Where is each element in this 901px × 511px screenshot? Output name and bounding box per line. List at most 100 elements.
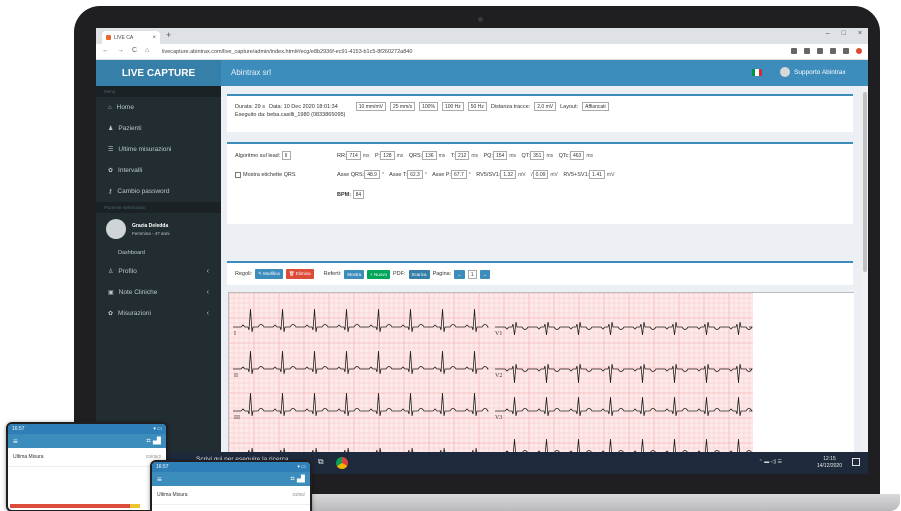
sidebar-item-pazienti[interactable]: ♟ Pazienti [96, 118, 221, 139]
rv5-input[interactable]: 1.32 [500, 170, 517, 179]
reload-icon[interactable]: C [132, 47, 137, 54]
ecg-info-box: Durata: 29 s Data: 10 Dec 2020 18:01:34 … [227, 94, 853, 132]
qtc-input[interactable]: 463 [569, 151, 585, 160]
sidebar-item-misurazioni[interactable]: ✿ Misurazioni ‹ [96, 303, 221, 324]
chrome-icon[interactable] [335, 457, 348, 469]
minimize-button[interactable]: – [826, 30, 830, 37]
modifica-button[interactable]: ✎ Modifica [255, 269, 283, 279]
page-select[interactable]: 1 [467, 269, 477, 279]
profile-icon[interactable] [856, 48, 862, 54]
qrs-input[interactable]: 136 [422, 151, 437, 160]
laptop-camera [478, 17, 483, 22]
ecg-grid-background [229, 293, 753, 474]
taskbar-clock[interactable]: 12:15 14/12/2020 [817, 456, 842, 470]
browser-tab[interactable]: LIVE CA × [102, 31, 160, 44]
sidebar-item-cambio-password[interactable]: ⚷ Cambio password [96, 181, 221, 202]
asse-qrs-input[interactable]: 48.9 [364, 170, 380, 179]
sidebar-item-label: Misurazioni [118, 310, 151, 317]
sv1-input[interactable]: 0.09 [532, 170, 549, 179]
zoom-select[interactable]: 100% [419, 102, 438, 111]
qtc-label: QTc: [558, 152, 570, 159]
support-menu[interactable]: Supporto Abintrax [780, 67, 846, 77]
intervals-row: RR: 714 ms P: 128 ms QRS: 136 ms T: 212 ms PQ: 15… [337, 151, 597, 160]
ecg-lead-label: III [234, 415, 240, 421]
forward-icon[interactable]: → [117, 47, 124, 54]
date-text: Data: 10 Dec 2020 18:01:34 [268, 103, 338, 110]
p-input[interactable]: 128 [380, 151, 395, 160]
notification-icon[interactable] [852, 458, 860, 466]
prev-page-button[interactable]: ← [454, 269, 465, 279]
brand-logo[interactable]: LIVE CAPTURE [96, 60, 221, 86]
rr-input[interactable]: 714 [346, 151, 361, 160]
phone-header-icons[interactable]: ⌗ ▟ [290, 474, 305, 484]
phone-mockup-2: 16:57 ▾ ▭ ≡ ⌗ ▟ Ultima Misura 03/05/ [150, 460, 312, 511]
phone-header-icons[interactable]: ⌗ ▟ [146, 436, 161, 446]
elimina-button[interactable]: 🗑 Elimina [285, 269, 314, 279]
patient-name: Grazia Deledda [132, 222, 169, 229]
sidebar-item-label: Home [116, 104, 134, 111]
notch-select[interactable]: 50 Hz [467, 102, 487, 111]
support-label: Supporto Abintrax [794, 68, 846, 76]
sidebar-item-note-cliniche[interactable]: ▣ Note Cliniche ‹ [96, 282, 221, 303]
extension-icon[interactable] [830, 48, 836, 54]
pq-input[interactable]: 154 [493, 151, 508, 160]
asse-t-input[interactable]: 62.3 [407, 170, 423, 179]
phone-status-time: 16:57 [156, 464, 169, 470]
page-scrollbar[interactable] [862, 86, 868, 474]
star-icon[interactable] [804, 48, 810, 54]
scrollbar-thumb[interactable] [863, 92, 867, 272]
system-tray-icons[interactable]: ⌃ ▬ ◁) ☰ [759, 459, 782, 465]
layout-select[interactable]: Affiancati [582, 102, 609, 111]
phone-app-header: ≡ ⌗ ▟ [152, 472, 310, 486]
speed-select[interactable]: 25 mm/s [389, 102, 416, 111]
task-view-icon[interactable]: ⧉ [318, 457, 324, 469]
asse-p-input[interactable]: 67.7 [451, 170, 467, 179]
unit-label: ms [471, 152, 478, 159]
bpm-input[interactable]: 84 [352, 190, 365, 199]
phone-status-time: 16:57 [12, 426, 25, 432]
highpass-select[interactable]: 100 Hz [441, 102, 464, 111]
patient-panel[interactable]: Grazia Deledda Femmina - 47 anni [96, 213, 221, 245]
algo-lead-select[interactable]: II [281, 151, 291, 160]
rv5-label: RV5/SV1: [476, 171, 501, 178]
phone-list-item[interactable]: Ultima Misura 03/05/2 [8, 448, 166, 467]
new-tab-button[interactable]: + [166, 30, 171, 40]
unit-label: ms [586, 152, 593, 159]
rr-label: RR: [337, 152, 347, 159]
phone-menu-icon[interactable]: ≡ [13, 437, 18, 446]
home-nav-icon[interactable]: ⌂ [145, 47, 149, 54]
algo-label: Algoritmo sul lead: [235, 152, 281, 159]
ecg-chart[interactable]: IV1IIV2IIIV3AVRV4 [228, 292, 854, 474]
sidebar-item-profilo[interactable]: ♙ Profilo ‹ [96, 261, 221, 282]
extension-icon[interactable] [817, 48, 823, 54]
url-field[interactable]: livecapture.abintrax.com/live_capture/ad… [162, 47, 762, 57]
mostra-button[interactable]: Mostra [344, 269, 365, 279]
rv5sv1-input[interactable]: 1.41 [589, 170, 605, 179]
italian-flag-icon[interactable] [752, 69, 762, 76]
axes-row: Asse QRS: 48.9 ° Asse T: 62.3 ° Asse P: 67.7 °… [337, 170, 618, 179]
maximize-button[interactable]: □ [842, 30, 846, 37]
close-window-button[interactable]: × [858, 30, 862, 37]
phone-list-item[interactable]: Ultima Misura 03/05/ [152, 486, 310, 505]
pdf-label: PDF: [393, 271, 406, 277]
sidebar-item-label: Profilo [118, 268, 137, 275]
clock-date: 14/12/2020 [816, 463, 842, 469]
next-page-button[interactable]: → [479, 269, 490, 279]
sidebar-item-ultime-misurazioni[interactable]: ☰ Ultime misurazioni [96, 139, 221, 160]
amplitude-select[interactable]: 10 mm/mV [355, 102, 386, 111]
sidebar-item-dashboard[interactable]: Dashboard [96, 245, 221, 261]
extension-icon[interactable] [843, 48, 849, 54]
sidebar-item-home[interactable]: ⌂ Home [96, 97, 221, 118]
qrs-labels-checkbox[interactable] [235, 172, 241, 178]
sidebar-item-intervalli[interactable]: ✿ Intervalli [96, 160, 221, 181]
key-ext-icon[interactable] [791, 48, 797, 54]
qt-input[interactable]: 351 [530, 151, 545, 160]
scarica-button[interactable]: Scarica [408, 269, 430, 279]
distanza-select[interactable]: 2,0 mV [534, 102, 557, 111]
t-input[interactable]: 212 [454, 151, 470, 160]
nuovo-button[interactable]: + Nuovo [367, 269, 391, 279]
tab-close-icon[interactable]: × [152, 35, 156, 41]
avatar [106, 219, 126, 239]
phone-menu-icon[interactable]: ≡ [157, 475, 162, 484]
back-icon[interactable]: ← [102, 47, 109, 54]
